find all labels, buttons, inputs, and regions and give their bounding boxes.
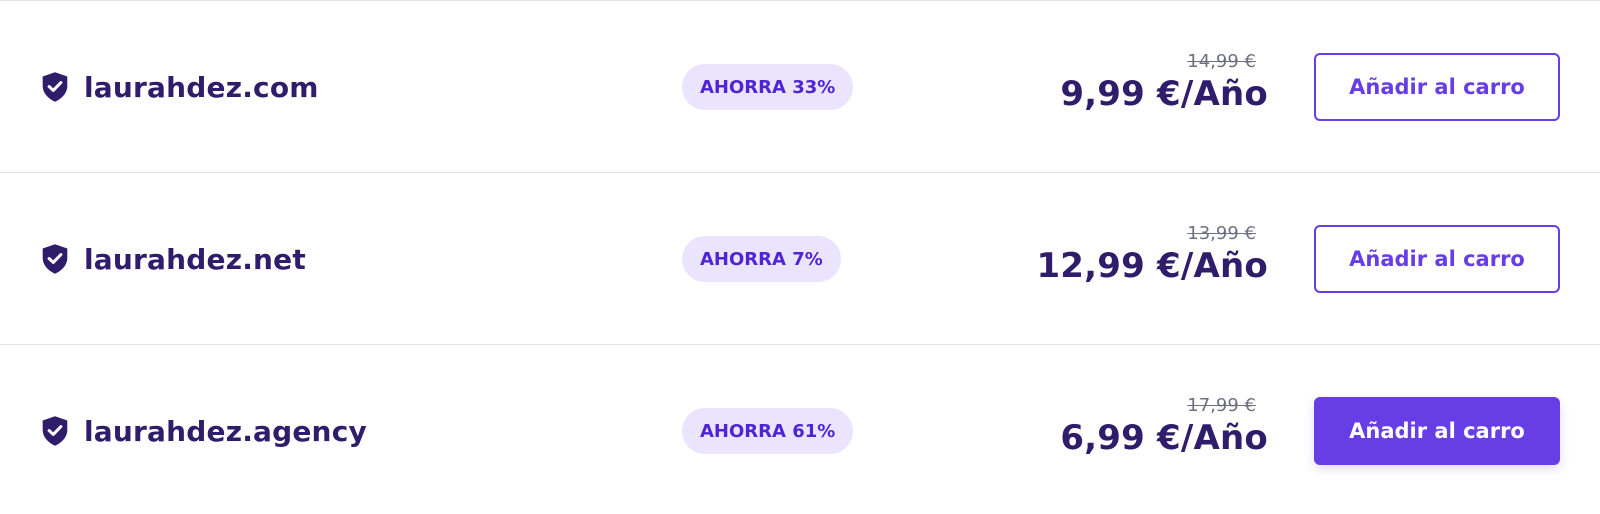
discounted-price: 12,99 €/Año — [1036, 246, 1268, 286]
discounted-price: 9,99 €/Año — [1060, 74, 1268, 114]
domain-result-row: laurahdez.agency AHORRA 61% 17,99 € 6,99… — [0, 345, 1600, 514]
original-price: 17,99 € — [1187, 395, 1256, 416]
domain-result-row: laurahdez.com AHORRA 33% 14,99 € 9,99 €/… — [0, 1, 1600, 173]
price-block: 13,99 € 12,99 €/Año — [1036, 223, 1268, 287]
domain-name: laurahdez.net — [84, 242, 306, 276]
shield-check-icon — [42, 72, 68, 102]
discount-badge: AHORRA 61% — [682, 408, 854, 454]
discount-badge: AHORRA 7% — [682, 236, 841, 282]
add-to-cart-button[interactable]: Añadir al carro — [1314, 53, 1560, 121]
domain-info: laurahdez.com — [40, 67, 319, 107]
original-price: 13,99 € — [1187, 223, 1256, 244]
add-to-cart-button[interactable]: Añadir al carro — [1314, 397, 1560, 465]
shield-check-icon — [42, 416, 68, 446]
domain-info: laurahdez.agency — [40, 411, 367, 451]
domain-result-row: laurahdez.net AHORRA 7% 13,99 € 12,99 €/… — [0, 173, 1600, 345]
price-block: 17,99 € 6,99 €/Año — [1060, 395, 1268, 459]
discounted-price: 6,99 €/Año — [1060, 418, 1268, 458]
add-to-cart-button[interactable]: Añadir al carro — [1314, 225, 1560, 293]
price-block: 14,99 € 9,99 €/Año — [1060, 51, 1268, 115]
original-price: 14,99 € — [1187, 51, 1256, 72]
domain-name: laurahdez.agency — [84, 414, 367, 448]
shield-check-icon — [42, 244, 68, 274]
domain-info: laurahdez.net — [40, 239, 306, 279]
domain-results-list: laurahdez.com AHORRA 33% 14,99 € 9,99 €/… — [0, 0, 1600, 514]
domain-name: laurahdez.com — [84, 70, 319, 104]
discount-badge: AHORRA 33% — [682, 64, 854, 110]
